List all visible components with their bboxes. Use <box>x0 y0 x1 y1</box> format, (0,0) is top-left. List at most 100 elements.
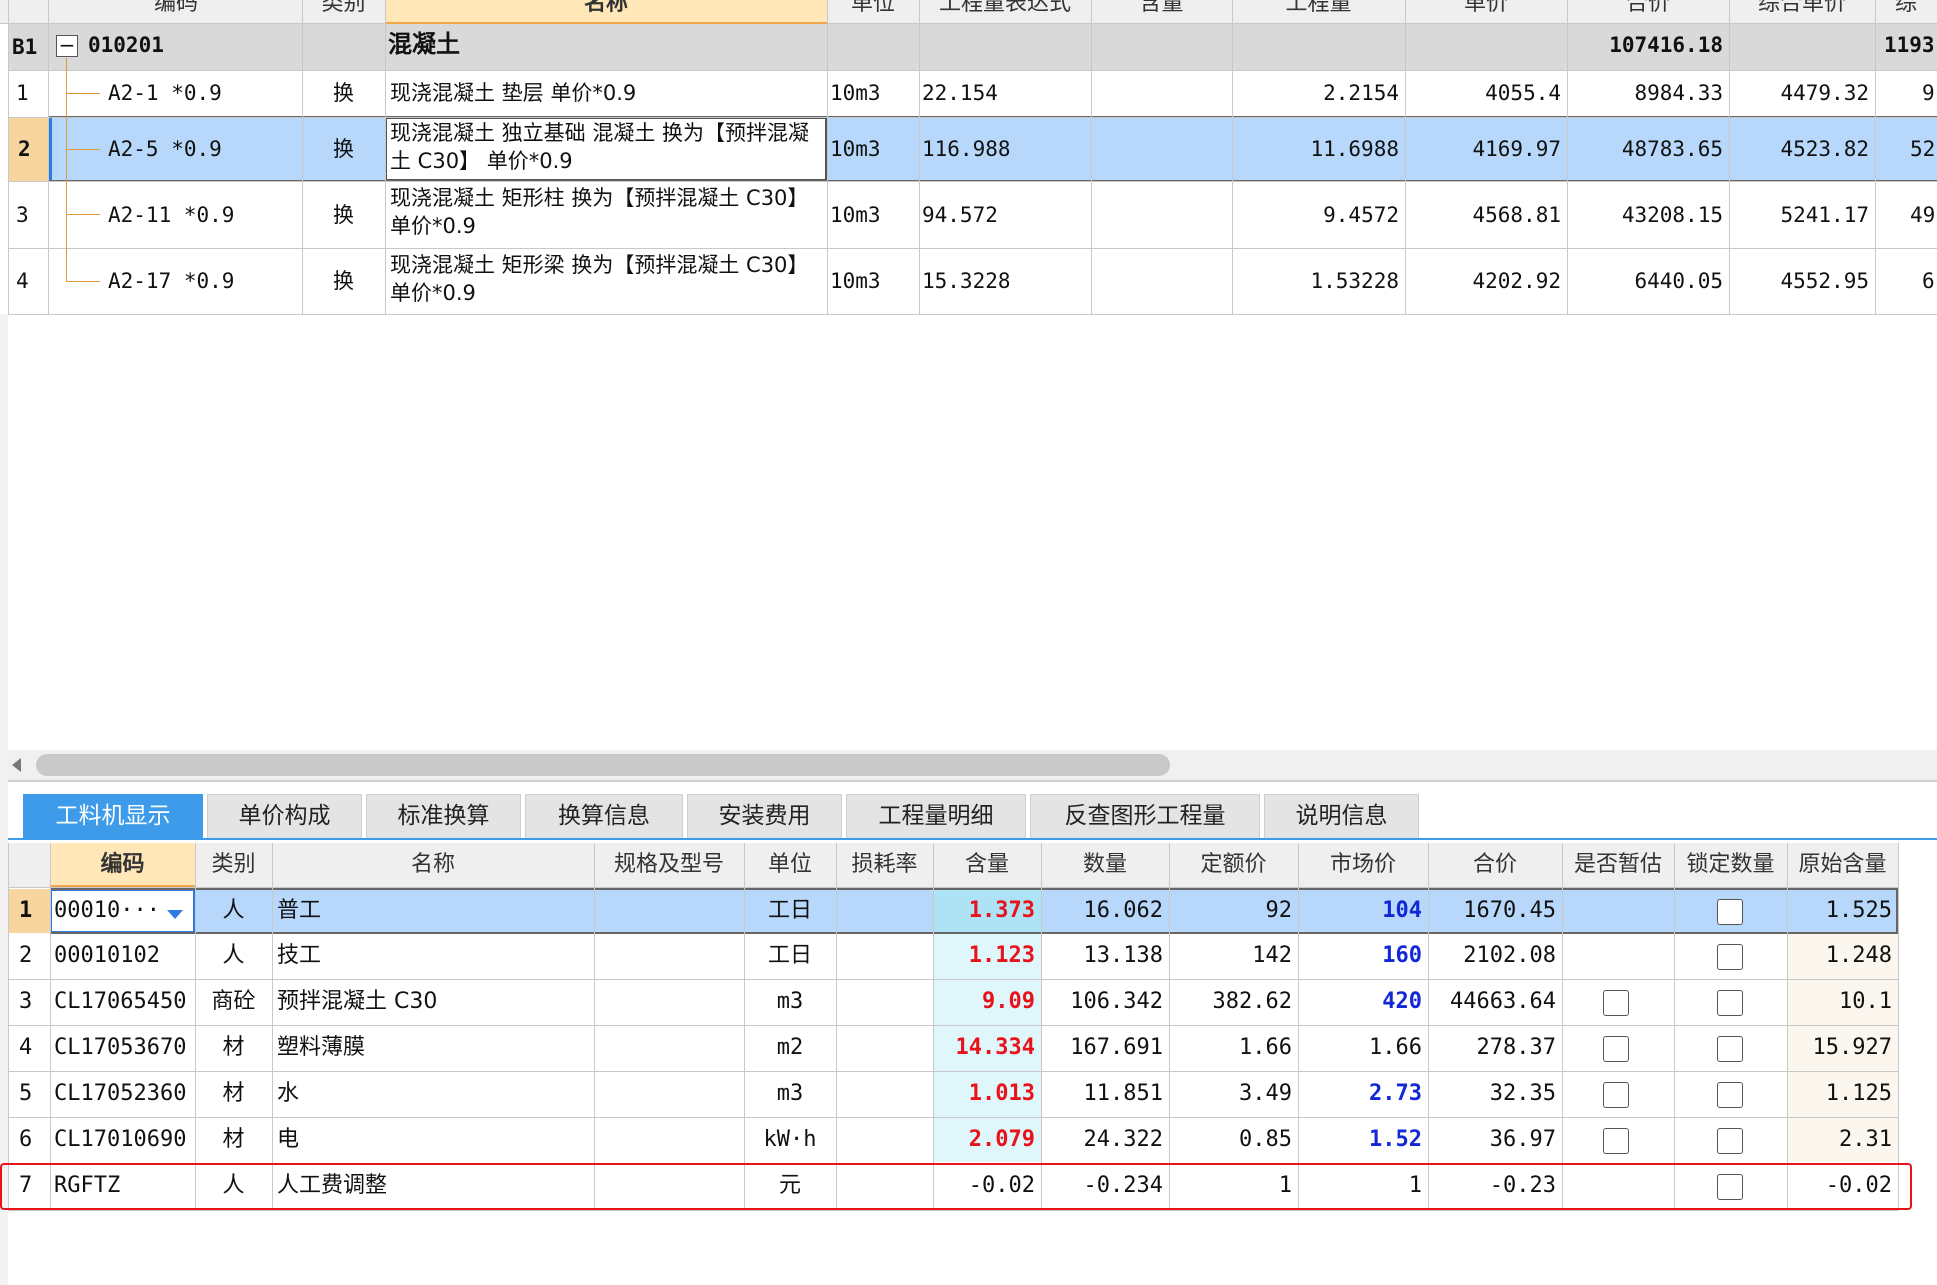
row-market-price[interactable]: 1.52 <box>1298 1118 1428 1162</box>
header-name[interactable]: 名称 <box>272 843 594 887</box>
row-name: 电 <box>277 1127 300 1152</box>
tab-unit-price-composition[interactable]: 单价构成 <box>207 794 362 838</box>
grid-line <box>8 181 1937 182</box>
header-type[interactable]: 类别 <box>195 843 272 887</box>
top-header-qty[interactable]: 工程量 <box>1232 0 1405 18</box>
row-name: 普工 <box>277 898 322 923</box>
top-header-expr[interactable]: 工程量表达式 <box>919 0 1091 18</box>
header-spec[interactable]: 规格及型号 <box>594 843 744 887</box>
row-unit: 10m3 <box>830 269 881 293</box>
provisional-checkbox[interactable] <box>1603 1082 1629 1108</box>
scroll-left-arrow-icon[interactable] <box>12 758 21 772</box>
row-quantity: 24.322 <box>1083 1127 1163 1152</box>
header-base-price[interactable]: 定额价 <box>1169 843 1298 887</box>
top-header-price[interactable]: 单价 <box>1405 0 1567 18</box>
row-unit: 10m3 <box>830 137 881 161</box>
left-edge <box>0 314 8 1285</box>
row-code: CL17065450 <box>54 989 187 1014</box>
row-total: 43208.15 <box>1621 203 1723 227</box>
header-quantity[interactable]: 数量 <box>1041 843 1169 887</box>
top-header-code[interactable]: 编码 <box>50 0 302 18</box>
lock-quantity-checkbox[interactable] <box>1717 1174 1743 1200</box>
top-header-unit[interactable]: 单位 <box>827 0 919 18</box>
top-header-comp-price[interactable]: 综合单价 <box>1729 0 1875 18</box>
row-number: 4 <box>16 269 29 293</box>
tab-conversion-info[interactable]: 换算信息 <box>525 794 683 838</box>
top-header-total[interactable]: 合价 <box>1567 0 1729 18</box>
row-code: A2-5 *0.9 <box>108 137 222 161</box>
row-name: 水 <box>277 1081 300 1106</box>
row-type: 换 <box>333 203 354 227</box>
collapse-minus-icon[interactable]: − <box>56 35 78 57</box>
provisional-checkbox[interactable] <box>1603 990 1629 1016</box>
row-name[interactable]: 现浇混凝土 独立基础 混凝土 换为【预拌混凝土 C30】 单价*0.9 <box>390 119 822 179</box>
row-market-price[interactable]: 420 <box>1298 980 1428 1024</box>
header-total[interactable]: 合价 <box>1428 843 1562 887</box>
row-content[interactable]: 1.013 <box>933 1072 1041 1116</box>
tab-description-info[interactable]: 说明信息 <box>1264 794 1419 838</box>
row-comp-price: 4552.95 <box>1780 269 1869 293</box>
row-unit: 10m3 <box>830 81 881 105</box>
row-market-price[interactable]: 2.73 <box>1298 1072 1428 1116</box>
header-unit[interactable]: 单位 <box>744 843 836 887</box>
group-row-total: 107416.18 <box>1609 33 1723 57</box>
row-total: 8984.33 <box>1634 81 1723 105</box>
dropdown-arrow-icon[interactable] <box>167 910 183 919</box>
tab-quantity-detail[interactable]: 工程量明细 <box>846 794 1026 838</box>
grid-line <box>48 0 49 314</box>
lock-quantity-checkbox[interactable] <box>1717 944 1743 970</box>
tab-standard-conversion[interactable]: 标准换算 <box>366 794 521 838</box>
row-comp-total: 52 <box>1910 137 1936 161</box>
pane-divider[interactable] <box>8 780 1937 782</box>
header-provisional[interactable]: 是否暂估 <box>1562 843 1674 887</box>
top-header-comp-total[interactable]: 综 <box>1875 0 1937 18</box>
tab-reverse-graphic-quantity[interactable]: 反查图形工程量 <box>1030 794 1260 838</box>
row-market-price[interactable]: 1 <box>1298 1164 1428 1208</box>
row-code[interactable]: 00010··· <box>54 889 164 933</box>
grid-line <box>1875 0 1876 314</box>
lock-quantity-checkbox[interactable] <box>1717 1036 1743 1062</box>
top-grid: 编码 类别 名称 单位 工程量表达式 含量 工程量 单价 合价 综合单价 综 B… <box>0 0 1937 315</box>
top-header-name[interactable]: 名称 <box>385 0 827 18</box>
row-total: 2102.08 <box>1463 943 1556 968</box>
header-code[interactable]: 编码 <box>50 843 195 887</box>
lock-quantity-checkbox[interactable] <box>1717 1082 1743 1108</box>
lock-quantity-checkbox[interactable] <box>1717 899 1743 925</box>
header-lock-quantity[interactable]: 锁定数量 <box>1674 843 1787 887</box>
row-number: 7 <box>19 1173 33 1198</box>
row-content[interactable]: 9.09 <box>933 980 1041 1024</box>
lock-quantity-checkbox[interactable] <box>1717 990 1743 1016</box>
header-original-content[interactable]: 原始含量 <box>1787 843 1898 887</box>
lock-quantity-checkbox[interactable] <box>1717 1128 1743 1154</box>
horizontal-scrollbar[interactable] <box>8 750 1937 780</box>
tab-labor-material-machine[interactable]: 工料机显示 <box>23 794 203 838</box>
row-content[interactable]: 14.334 <box>933 1026 1041 1070</box>
row-market-price[interactable]: 104 <box>1298 889 1428 933</box>
row-content[interactable]: 1.373 <box>933 889 1041 933</box>
row-content[interactable]: -0.02 <box>933 1164 1041 1208</box>
header-content[interactable]: 含量 <box>933 843 1041 887</box>
grid-line <box>827 0 828 314</box>
tab-installation-cost[interactable]: 安装费用 <box>687 794 842 838</box>
grid-line <box>8 887 1898 888</box>
row-name: 技工 <box>277 943 322 968</box>
row-market-price[interactable]: 160 <box>1298 934 1428 978</box>
row-expr: 94.572 <box>922 203 998 227</box>
row-content[interactable]: 2.079 <box>933 1118 1041 1162</box>
row-content[interactable]: 1.123 <box>933 934 1041 978</box>
row-number: 1 <box>16 81 29 105</box>
top-header-type[interactable]: 类别 <box>302 0 385 18</box>
row-quantity: 13.138 <box>1083 943 1163 968</box>
row-base-price: 1 <box>1278 1173 1292 1198</box>
provisional-checkbox[interactable] <box>1603 1128 1629 1154</box>
row-comp-price: 4523.82 <box>1780 137 1869 161</box>
header-loss-rate[interactable]: 损耗率 <box>836 843 933 887</box>
top-header-content[interactable]: 含量 <box>1091 0 1232 18</box>
row-type: 人 <box>222 898 245 923</box>
grid-line <box>8 314 1937 315</box>
provisional-checkbox[interactable] <box>1603 1036 1629 1062</box>
row-market-price[interactable]: 1.66 <box>1298 1026 1428 1070</box>
row-base-price: 0.85 <box>1239 1127 1292 1152</box>
header-market-price[interactable]: 市场价 <box>1298 843 1428 887</box>
scrollbar-thumb[interactable] <box>36 754 1170 776</box>
